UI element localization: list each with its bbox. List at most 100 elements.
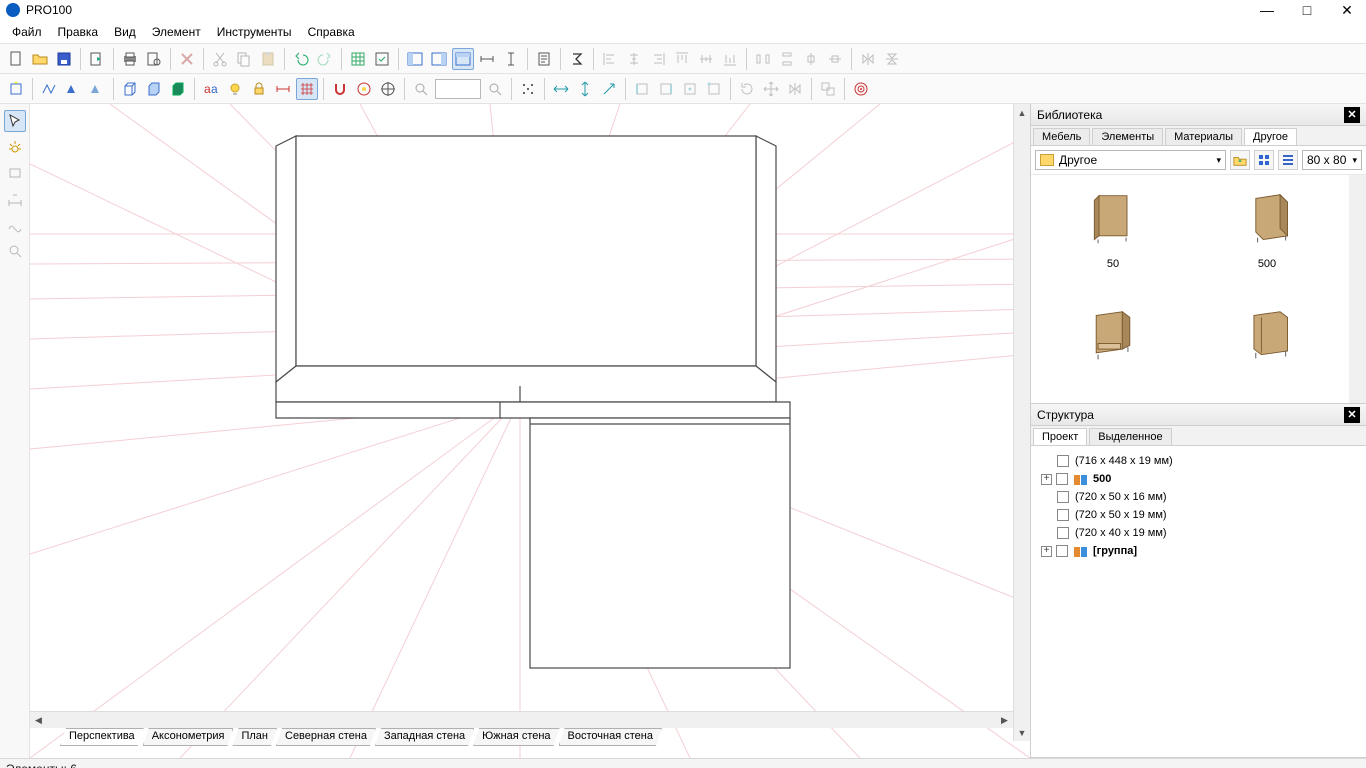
group-icon[interactable] (817, 78, 839, 100)
props-icon[interactable] (371, 48, 393, 70)
snap-center-icon[interactable] (679, 78, 701, 100)
text-label-icon[interactable]: aa (200, 78, 222, 100)
tree-row[interactable]: (716 x 448 x 19 мм) (1035, 452, 1362, 470)
tab-west[interactable]: Западная стена (375, 728, 474, 746)
measure-icon[interactable] (272, 78, 294, 100)
menu-element[interactable]: Элемент (144, 23, 209, 41)
align-right-icon[interactable] (647, 48, 669, 70)
menu-file[interactable]: Файл (4, 23, 50, 41)
dim-tool-icon[interactable] (4, 188, 26, 210)
tab-furniture[interactable]: Мебель (1033, 128, 1090, 145)
cut-icon[interactable] (209, 48, 231, 70)
paste-icon[interactable] (257, 48, 279, 70)
library-item[interactable]: 50 (1039, 183, 1187, 290)
tree-expander-icon[interactable]: + (1041, 474, 1052, 485)
select-tool-icon[interactable] (4, 110, 26, 132)
library-path-dropdown[interactable]: Другое ▾ (1035, 150, 1226, 170)
panel3-icon[interactable] (452, 48, 474, 70)
library-close-icon[interactable]: ✕ (1344, 107, 1360, 123)
tree-checkbox[interactable] (1057, 455, 1069, 467)
light-icon[interactable] (224, 78, 246, 100)
move-free-icon[interactable] (598, 78, 620, 100)
tree-row[interactable]: +500 (1035, 470, 1362, 488)
library-item[interactable]: 500 (1193, 183, 1341, 290)
zoom-dropdown[interactable] (435, 79, 481, 99)
snap-edge1-icon[interactable] (631, 78, 653, 100)
tab-project[interactable]: Проект (1033, 428, 1087, 445)
dimension-v-icon[interactable] (500, 48, 522, 70)
center-x-icon[interactable] (800, 48, 822, 70)
lock-icon[interactable] (248, 78, 270, 100)
dimension-h-icon[interactable] (476, 48, 498, 70)
print-icon[interactable] (119, 48, 141, 70)
tree-row[interactable]: (720 x 50 x 19 мм) (1035, 506, 1362, 524)
zoom-fit-icon[interactable] (484, 78, 506, 100)
tab-elements[interactable]: Элементы (1092, 128, 1163, 145)
path-tool-icon[interactable] (4, 214, 26, 236)
viewport[interactable]: ▲ ▼ ◀▶ Перспектива Аксонометрия План Сев… (30, 104, 1030, 758)
menu-edit[interactable]: Правка (50, 23, 107, 41)
report-icon[interactable] (533, 48, 555, 70)
tree-row[interactable]: +[группа] (1035, 542, 1362, 560)
distribute-h-icon[interactable] (752, 48, 774, 70)
structure-close-icon[interactable]: ✕ (1344, 407, 1360, 423)
tab-north[interactable]: Северная стена (276, 728, 376, 746)
panel1-icon[interactable] (404, 48, 426, 70)
tab-south[interactable]: Южная стена (473, 728, 559, 746)
copy-icon[interactable] (233, 48, 255, 70)
move-x-icon[interactable] (550, 78, 572, 100)
library-item[interactable] (1193, 300, 1341, 395)
tab-axonometry[interactable]: Аксонометрия (143, 728, 234, 746)
align-top-icon[interactable] (671, 48, 693, 70)
rect-tool-icon[interactable] (4, 162, 26, 184)
flip-h-icon[interactable] (857, 48, 879, 70)
tree-checkbox[interactable] (1056, 545, 1068, 557)
close-button[interactable]: ✕ (1338, 2, 1356, 19)
export-icon[interactable] (86, 48, 108, 70)
snap-icon[interactable] (329, 78, 351, 100)
tab-materials[interactable]: Материалы (1165, 128, 1242, 145)
tab-other[interactable]: Другое (1244, 128, 1297, 145)
search-tool-icon[interactable] (4, 240, 26, 262)
save-icon[interactable] (53, 48, 75, 70)
tree-checkbox[interactable] (1056, 473, 1068, 485)
shade-icon[interactable] (86, 78, 108, 100)
horizontal-scrollbar[interactable]: ◀▶ (30, 711, 1013, 728)
align-left-icon[interactable] (599, 48, 621, 70)
grid-toggle-icon[interactable] (347, 48, 369, 70)
open-icon[interactable] (29, 48, 51, 70)
mirror-icon[interactable] (784, 78, 806, 100)
box-wire-icon[interactable] (119, 78, 141, 100)
tree-checkbox[interactable] (1057, 491, 1069, 503)
wire-icon[interactable] (38, 78, 60, 100)
solid-icon[interactable] (62, 78, 84, 100)
tree-expander-icon[interactable]: + (1041, 546, 1052, 557)
tab-perspective[interactable]: Перспектива (60, 728, 144, 746)
tree-checkbox[interactable] (1057, 509, 1069, 521)
panel2-icon[interactable] (428, 48, 450, 70)
center-icon[interactable] (377, 78, 399, 100)
new-piece-icon[interactable] (5, 78, 27, 100)
distribute-v-icon[interactable] (776, 48, 798, 70)
menu-view[interactable]: Вид (106, 23, 144, 41)
target-icon[interactable] (850, 78, 872, 100)
tree-row[interactable]: (720 x 40 x 19 мм) (1035, 524, 1362, 542)
menu-help[interactable]: Справка (300, 23, 363, 41)
move-y-icon[interactable] (574, 78, 596, 100)
undo-icon[interactable] (290, 48, 312, 70)
up-folder-icon[interactable] (1230, 150, 1250, 170)
minimize-button[interactable]: — (1258, 2, 1276, 19)
view-list-icon[interactable] (1278, 150, 1298, 170)
menu-tools[interactable]: Инструменты (209, 23, 300, 41)
align-middle-icon[interactable] (695, 48, 717, 70)
redo-icon[interactable] (314, 48, 336, 70)
delete-icon[interactable] (176, 48, 198, 70)
tree-checkbox[interactable] (1057, 527, 1069, 539)
light-tool-icon[interactable] (4, 136, 26, 158)
snap-corner-icon[interactable] (703, 78, 725, 100)
tab-selected[interactable]: Выделенное (1089, 428, 1171, 445)
snap-edge2-icon[interactable] (655, 78, 677, 100)
new-icon[interactable] (5, 48, 27, 70)
snap-points-icon[interactable] (517, 78, 539, 100)
box-color-icon[interactable] (143, 78, 165, 100)
